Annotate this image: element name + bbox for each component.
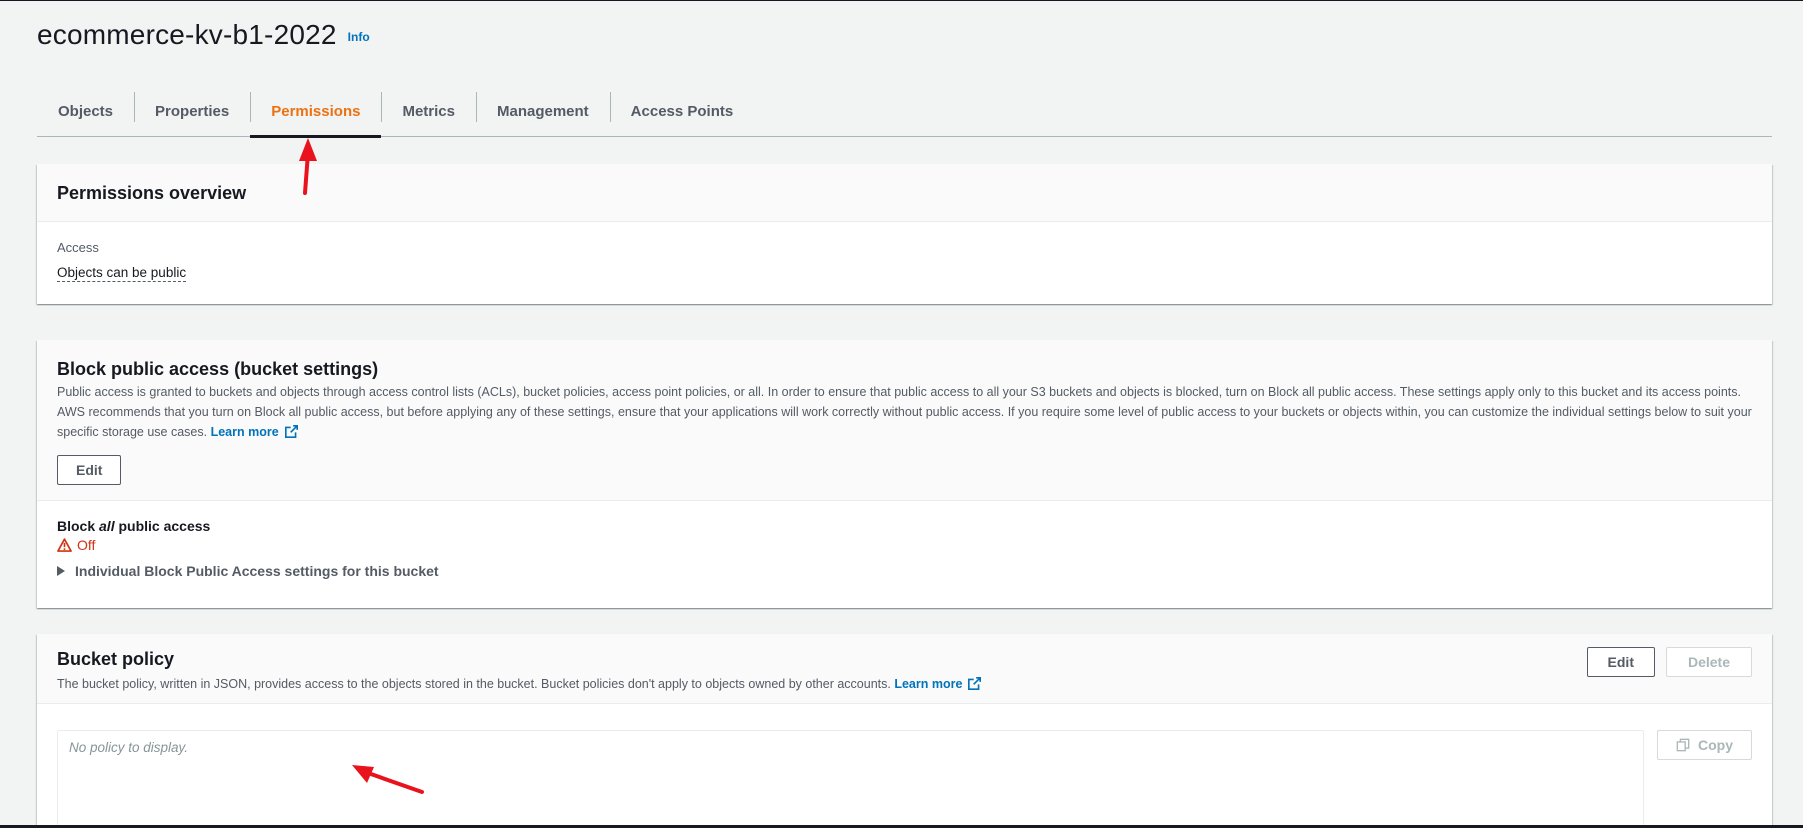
external-link-icon bbox=[968, 677, 982, 690]
tab-properties[interactable]: Properties bbox=[134, 86, 250, 137]
bucket-policy-learn-more-link[interactable]: Learn more bbox=[894, 677, 982, 691]
policy-code-viewer[interactable]: No policy to display. bbox=[57, 730, 1644, 828]
block-public-access-edit-button[interactable]: Edit bbox=[57, 455, 122, 485]
permissions-overview-panel: Permissions overview Access Objects can … bbox=[37, 164, 1772, 304]
warning-icon bbox=[57, 538, 72, 552]
block-public-access-description-text: Public access is granted to buckets and … bbox=[57, 385, 1752, 439]
expander-label: Individual Block Public Access settings … bbox=[75, 563, 439, 579]
bucket-policy-title: Bucket policy bbox=[57, 649, 175, 669]
permissions-overview-title: Permissions overview bbox=[57, 183, 247, 203]
access-label: Access bbox=[57, 240, 99, 255]
bucket-policy-learn-more-label: Learn more bbox=[894, 677, 963, 691]
block-public-access-title: Block public access (bucket settings) bbox=[57, 359, 379, 379]
copy-policy-button[interactable]: Copy bbox=[1657, 730, 1752, 760]
caret-right-icon bbox=[57, 566, 65, 576]
tab-access-points[interactable]: Access Points bbox=[609, 86, 755, 137]
info-link[interactable]: Info bbox=[348, 30, 370, 44]
page-title: ecommerce-kv-b1-2022 bbox=[37, 19, 337, 50]
learn-more-link[interactable]: Learn more bbox=[211, 425, 298, 439]
block-public-access-header: Block public access (bucket settings) Pu… bbox=[37, 340, 1772, 501]
permissions-overview-header: Permissions overview bbox=[37, 164, 1772, 222]
external-link-icon bbox=[284, 425, 298, 438]
learn-more-label: Learn more bbox=[210, 425, 279, 439]
page-header: ecommerce-kv-b1-2022 Info bbox=[37, 19, 370, 51]
block-public-access-description: Public access is granted to buckets and … bbox=[57, 382, 1757, 442]
tab-management[interactable]: Management bbox=[475, 86, 610, 137]
tab-bar: Objects Properties Permissions Metrics M… bbox=[37, 86, 1772, 138]
tab-permissions[interactable]: Permissions bbox=[250, 86, 382, 138]
individual-settings-expander[interactable]: Individual Block Public Access settings … bbox=[57, 563, 439, 579]
copy-icon bbox=[1676, 738, 1690, 752]
setting-emphasis: all bbox=[99, 518, 115, 534]
setting-prefix: Block bbox=[57, 518, 100, 534]
bucket-policy-header: Bucket policy The bucket policy, written… bbox=[37, 634, 1772, 704]
bucket-policy-description: The bucket policy, written in JSON, prov… bbox=[57, 674, 982, 694]
block-public-access-panel: Block public access (bucket settings) Pu… bbox=[37, 340, 1772, 608]
tab-metrics[interactable]: Metrics bbox=[381, 86, 476, 137]
block-all-public-access-status: Off bbox=[57, 537, 95, 553]
copy-label: Copy bbox=[1698, 737, 1733, 753]
access-value[interactable]: Objects can be public bbox=[57, 265, 187, 282]
bucket-policy-delete-button[interactable]: Delete bbox=[1665, 647, 1752, 677]
bucket-policy-description-text: The bucket policy, written in JSON, prov… bbox=[57, 677, 891, 691]
status-text: Off bbox=[77, 537, 96, 553]
bucket-policy-edit-button[interactable]: Edit bbox=[1586, 647, 1655, 677]
setting-suffix: public access bbox=[114, 518, 211, 534]
bucket-policy-panel: Bucket policy The bucket policy, written… bbox=[37, 634, 1772, 828]
policy-empty-text: No policy to display. bbox=[69, 740, 189, 755]
tab-objects[interactable]: Objects bbox=[37, 86, 134, 137]
block-all-public-access-label: Block all public access bbox=[57, 518, 210, 534]
